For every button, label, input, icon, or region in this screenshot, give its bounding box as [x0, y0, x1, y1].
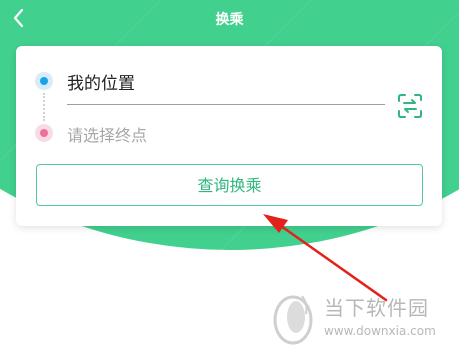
page-title: 换乘	[215, 12, 244, 28]
query-transfer-button[interactable]: 查询换乘	[36, 164, 423, 206]
start-location-field[interactable]: 我的位置	[67, 69, 135, 94]
end-point-dot	[35, 124, 53, 142]
start-point-dot	[35, 72, 53, 90]
route-connector	[43, 93, 45, 121]
field-divider	[67, 104, 385, 105]
watermark-brand: 当下软件园	[324, 296, 429, 320]
watermark-url: www.downxia.com	[324, 324, 436, 338]
destination-input[interactable]: 请选择终点	[67, 122, 147, 146]
route-card: 我的位置 请选择终点 查询换乘	[16, 46, 442, 226]
swap-direction-icon[interactable]	[396, 92, 424, 120]
watermark: 当下软件园 www.downxia.com	[272, 290, 452, 350]
watermark-logo-icon	[273, 295, 313, 345]
top-bar: 换乘	[0, 0, 459, 36]
